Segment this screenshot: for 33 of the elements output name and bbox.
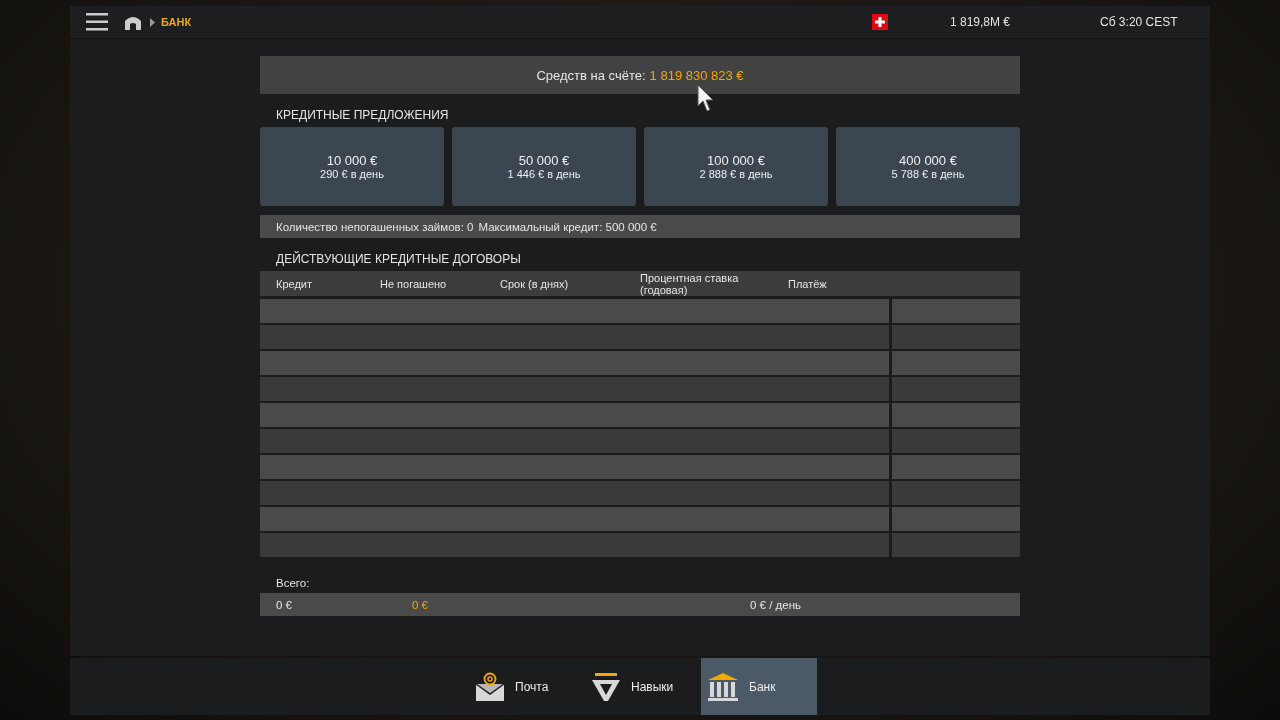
column-header: Процентная ставка (годовая) — [640, 271, 740, 296]
home-icon[interactable] — [124, 14, 142, 30]
balance-label: Средств на счёте: — [536, 67, 646, 83]
balance-amount: 1 819 830 823 € — [649, 67, 744, 83]
totals-label: Всего: — [276, 577, 310, 589]
total-value: 0 € — [412, 598, 429, 611]
info-text: Количество непогашенных займов: 0 — [276, 220, 474, 233]
clock-label: Сб 3:20 CEST — [1100, 15, 1179, 29]
money-label: 1 819,8M € — [950, 15, 1012, 29]
loan-offer-card[interactable]: 10 000 € 290 € в день — [260, 127, 444, 206]
flag-icon — [872, 14, 888, 30]
column-header: Платёж — [788, 277, 828, 290]
mail-icon — [475, 671, 505, 702]
section-title: ДЕЙСТВУЮЩИЕ КРЕДИТНЫЕ ДОГОВОРЫ — [276, 252, 521, 266]
cursor-icon — [697, 84, 715, 114]
total-value: 0 € — [276, 598, 293, 611]
section-title: КРЕДИТНЫЕ ПРЕДЛОЖЕНИЯ — [276, 108, 449, 122]
nav-tab[interactable]: Банк — [701, 658, 817, 715]
loan-offer-card[interactable]: 100 000 € 2 888 € в день — [644, 127, 828, 206]
chevron-icon — [150, 17, 155, 27]
column-header: Кредит — [276, 277, 313, 290]
bank-icon — [707, 671, 739, 702]
column-header: Срок (в днях) — [500, 277, 570, 290]
menu-icon[interactable] — [86, 13, 108, 31]
nav-tab[interactable]: Почта — [469, 658, 585, 715]
loan-offer-card[interactable]: 400 000 € 5 788 € в день — [836, 127, 1020, 206]
info-text: Максимальный кредит: 500 000 € — [478, 220, 657, 233]
skills-icon — [591, 671, 621, 702]
total-value: 0 € / день — [750, 598, 803, 611]
loan-offer-card[interactable]: 50 000 € 1 446 € в день — [452, 127, 636, 206]
breadcrumb-label: БАНК — [161, 16, 192, 28]
nav-tab[interactable]: Навыки — [585, 658, 701, 715]
column-header: Не погашено — [380, 277, 448, 290]
